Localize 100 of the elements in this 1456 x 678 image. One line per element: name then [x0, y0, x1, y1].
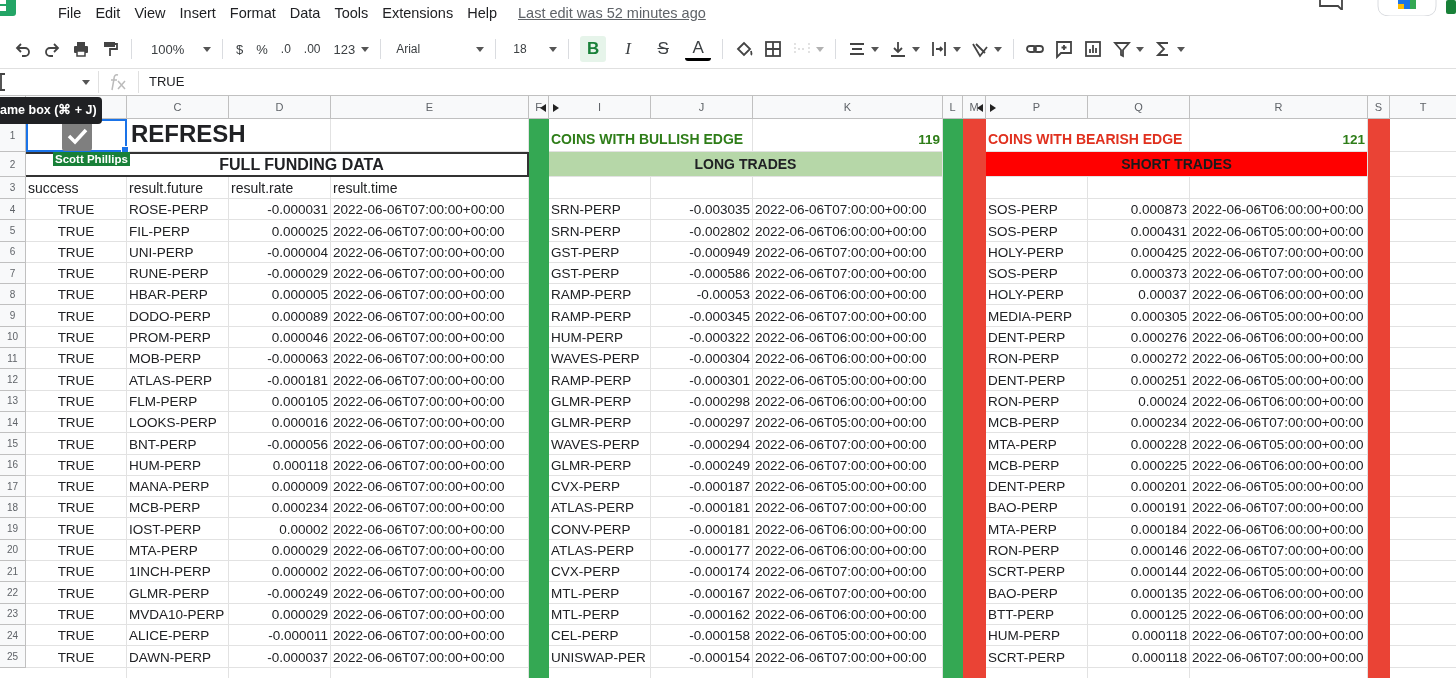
column-header[interactable]: L [943, 95, 963, 119]
print-icon[interactable] [71, 39, 91, 59]
comment-icon[interactable] [1318, 0, 1344, 10]
collapse-arrow-icon[interactable] [540, 104, 546, 112]
table-cell: result.future [127, 177, 229, 199]
row-number[interactable]: 9 [0, 305, 26, 327]
caret-icon[interactable] [912, 46, 921, 52]
expand-arrow-icon[interactable] [553, 104, 559, 112]
menu-item[interactable]: Edit [88, 5, 128, 21]
row-number[interactable]: 7 [0, 262, 26, 285]
font-dropdown[interactable]: Arial [392, 39, 473, 59]
table-cell: 2022-06-06T06:00:00+00:00 [1190, 390, 1368, 412]
table-cell: TRUE [26, 199, 127, 221]
column-header[interactable]: I [549, 95, 651, 119]
row-number[interactable]: 19 [0, 518, 26, 540]
table-cell: MTL-PERP [549, 603, 651, 625]
row-number[interactable]: 12 [0, 369, 26, 391]
add-comment-icon[interactable] [1054, 39, 1075, 59]
row-number[interactable]: 5 [0, 220, 26, 242]
table-cell: HUM-PERP [986, 624, 1088, 647]
row-number[interactable]: 4 [0, 199, 26, 221]
row-number[interactable]: 22 [0, 582, 26, 604]
collaborator-tag: Scott Phillips [53, 152, 130, 166]
row-number[interactable]: 25 [0, 646, 26, 668]
caret-icon[interactable] [994, 46, 1003, 52]
chart-icon[interactable] [1083, 39, 1104, 59]
column-header[interactable]: Q [1088, 95, 1190, 119]
menu-item[interactable]: Data [282, 5, 328, 21]
fill-color-icon[interactable] [734, 39, 755, 59]
menu-item[interactable]: Format [222, 5, 283, 21]
text-color-button[interactable]: A [685, 37, 712, 61]
font-size-dropdown[interactable]: 18 [507, 39, 546, 59]
number-format-dropdown[interactable]: 123 [331, 38, 358, 60]
strikethrough-button[interactable]: S [650, 36, 677, 62]
menu-item[interactable]: Help [460, 5, 504, 21]
caret-icon[interactable] [476, 46, 485, 52]
menu-item[interactable]: Insert [172, 5, 223, 21]
decrease-decimal-button[interactable]: .0 [278, 39, 293, 59]
italic-button[interactable]: I [615, 36, 642, 62]
column-header[interactable]: S [1368, 95, 1390, 119]
zoom-dropdown[interactable]: 100% [143, 38, 199, 60]
row-number[interactable]: 3 [0, 177, 26, 199]
row-number[interactable]: 24 [0, 624, 26, 647]
row-number[interactable]: 16 [0, 454, 26, 476]
caret-icon[interactable] [82, 79, 90, 85]
collapse-arrow-icon[interactable] [977, 104, 983, 112]
menu-item[interactable]: File [51, 5, 89, 21]
column-header[interactable]: M [963, 95, 986, 119]
column-header[interactable]: R [1190, 95, 1368, 119]
caret-icon[interactable] [953, 46, 962, 52]
name-box[interactable] [0, 71, 99, 93]
expand-arrow-icon[interactable] [990, 104, 996, 112]
row-number[interactable]: 23 [0, 603, 26, 625]
table-cell: TRUE [26, 603, 127, 625]
table-cell: CONV-PERP [549, 518, 651, 540]
column-header[interactable]: K [753, 95, 943, 119]
row-number[interactable]: 2 [0, 152, 26, 177]
caret-icon[interactable] [549, 46, 558, 52]
row-number[interactable]: 8 [0, 284, 26, 306]
column-header[interactable]: F [529, 95, 549, 119]
last-edit-link[interactable]: Last edit was 52 minutes ago [518, 5, 706, 21]
row-number[interactable]: 10 [0, 326, 26, 349]
row-number[interactable]: 21 [0, 561, 26, 583]
caret-icon[interactable] [871, 46, 880, 52]
row-number[interactable]: 6 [0, 241, 26, 263]
table-cell: 2022-06-06T07:00:00+00:00 [331, 348, 529, 370]
row-number[interactable]: 18 [0, 497, 26, 519]
column-header[interactable]: P [986, 95, 1088, 119]
filter-icon[interactable] [1112, 39, 1133, 59]
row-number[interactable]: 20 [0, 539, 26, 562]
currency-button[interactable]: $ [234, 38, 246, 60]
menu-item[interactable]: View [127, 5, 173, 21]
row-number[interactable]: 11 [0, 348, 26, 370]
formula-field[interactable]: TRUE [138, 71, 1456, 93]
column-header[interactable]: C [127, 95, 229, 119]
percent-button[interactable]: % [254, 38, 270, 60]
table-cell: 0.000272 [1088, 348, 1190, 370]
column-header[interactable]: E [331, 95, 529, 119]
table-cell: 2022-06-06T07:00:00+00:00 [331, 369, 529, 391]
row-number[interactable]: 14 [0, 411, 26, 434]
column-header[interactable]: D [229, 95, 331, 119]
row-number[interactable]: 15 [0, 433, 26, 455]
caret-icon[interactable] [361, 46, 370, 52]
increase-decimal-button[interactable]: .00 [301, 39, 323, 59]
table-cell: ATLAS-PERP [127, 369, 229, 391]
borders-icon[interactable] [763, 39, 784, 59]
video-call-icon[interactable] [1376, 0, 1438, 16]
table-cell: ATLAS-PERP [549, 539, 651, 562]
menu-item[interactable]: Extensions [375, 5, 461, 21]
caret-icon[interactable] [1136, 46, 1145, 52]
row-number[interactable]: 17 [0, 475, 26, 498]
caret-icon[interactable] [203, 46, 211, 52]
table-cell: GLMR-PERP [127, 582, 229, 604]
caret-icon[interactable] [1177, 46, 1186, 52]
column-header[interactable]: T [1390, 95, 1456, 119]
menu-item[interactable]: Tools [327, 5, 376, 21]
table-cell: -0.000586 [651, 262, 753, 285]
row-number[interactable]: 13 [0, 390, 26, 412]
bold-button[interactable]: B [580, 36, 607, 62]
column-header[interactable]: J [651, 95, 753, 119]
